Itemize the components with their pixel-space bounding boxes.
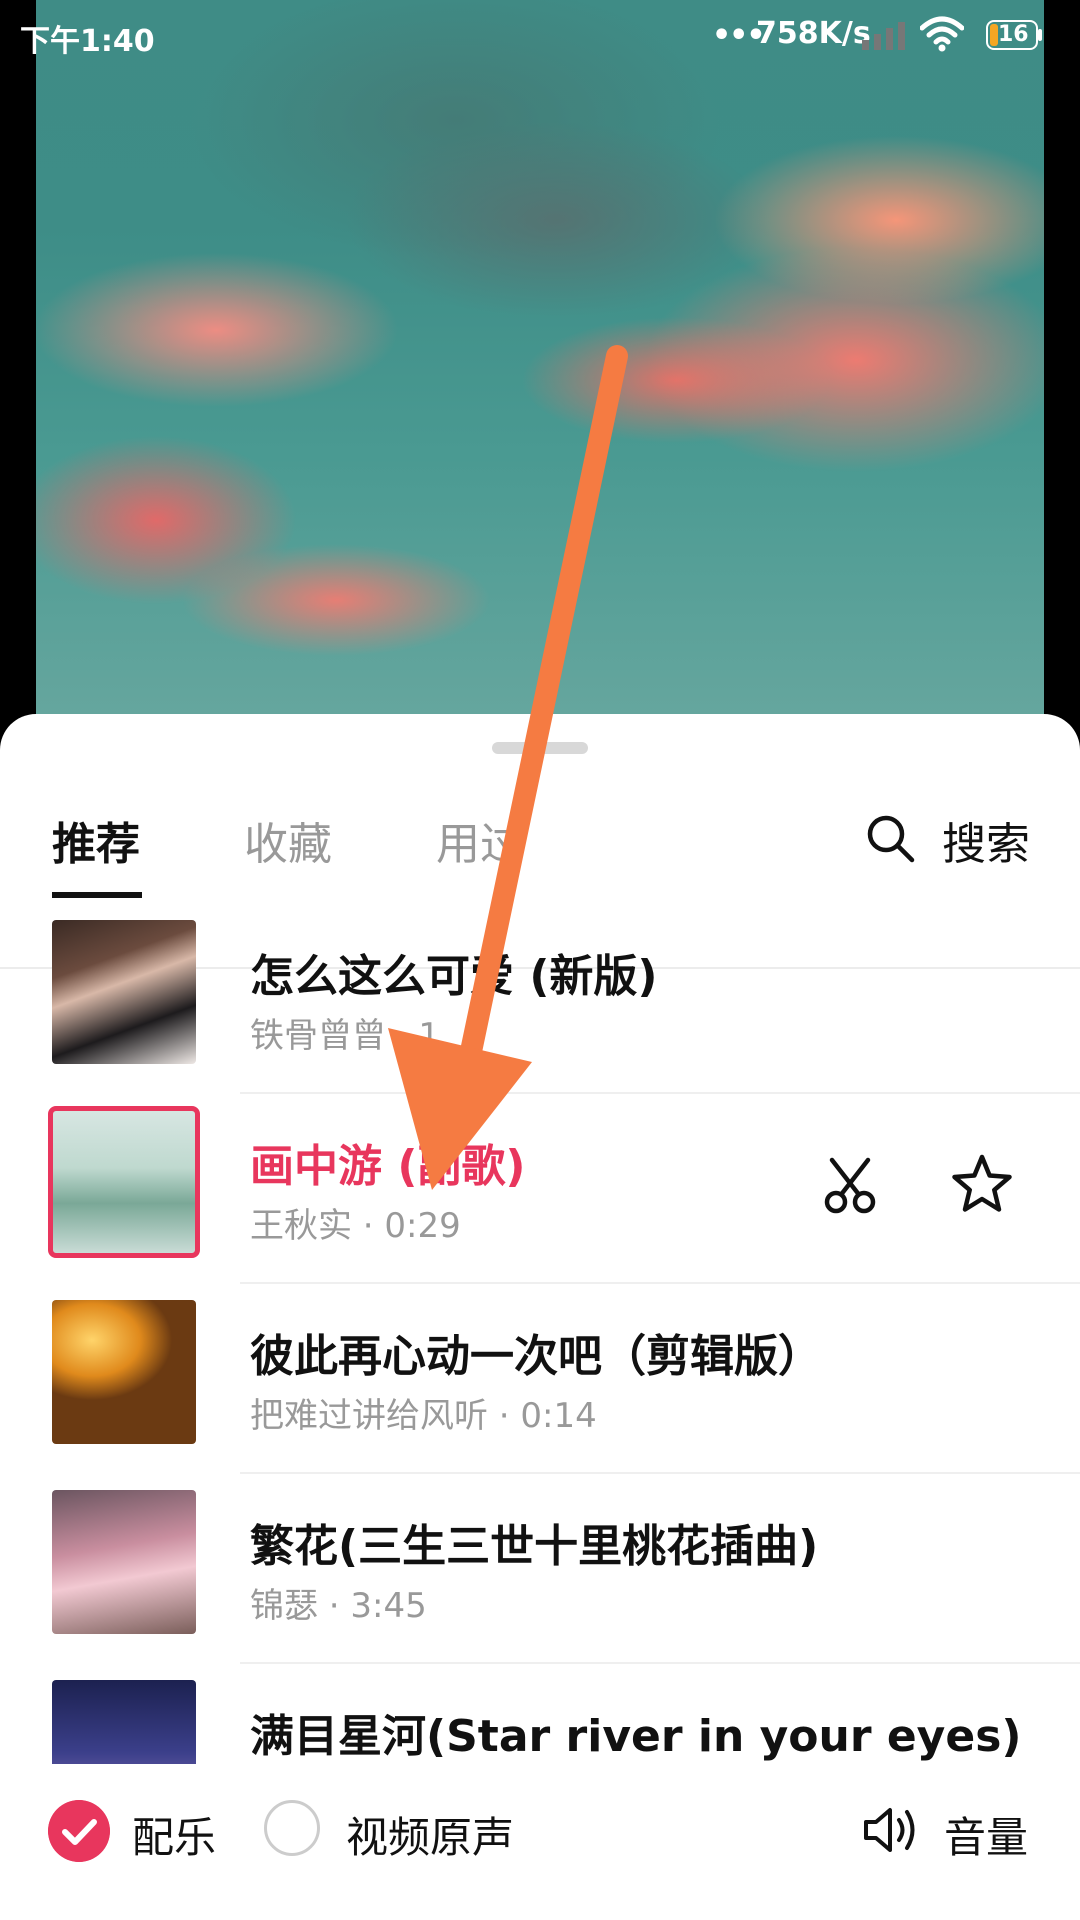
song-row[interactable]: 满目星河(Star river in your eyes) <box>0 1664 1080 1764</box>
wifi-icon <box>920 16 964 52</box>
volume-icon[interactable] <box>862 1804 920 1856</box>
scissors-icon[interactable] <box>820 1156 880 1216</box>
song-title: 画中游 (副歌) <box>250 1141 526 1192</box>
cell-signal-icon <box>862 22 905 50</box>
network-speed: 758K/s <box>756 16 871 51</box>
sky-photo <box>36 0 1044 760</box>
tab-used[interactable]: 用过 <box>436 808 524 872</box>
favorite-star-icon[interactable] <box>950 1152 1014 1216</box>
song-row[interactable]: 彼此再心动一次吧（剪辑版） 把难过讲给风听 · 0:14 <box>0 1284 1080 1474</box>
song-meta: 把难过讲给风听 · 0:14 <box>250 1396 597 1436</box>
tab-recommend[interactable]: 推荐 <box>52 808 140 872</box>
song-cover <box>52 1300 196 1444</box>
search-label: 搜索 <box>942 819 1030 870</box>
song-row-selected[interactable]: 画中游 (副歌) 王秋实 · 0:29 <box>0 1094 1080 1284</box>
status-bar: 下午1:40 ••• 758K/s 16 <box>0 0 1080 70</box>
status-time: 下午1:40 <box>20 24 155 59</box>
song-list: 怎么这么可爱 (新版) 铁骨曾曾 · 1 画中游 (副歌) 王秋实 · 0:29… <box>0 904 1080 1764</box>
song-title: 繁花(三生三世十里桃花插曲) <box>250 1521 819 1572</box>
battery-indicator: 16 <box>986 20 1044 50</box>
song-meta: 铁骨曾曾 · 1 <box>250 1016 441 1056</box>
song-cover <box>52 1490 196 1634</box>
original-sound-label[interactable]: 视频原声 <box>346 1804 514 1865</box>
tab-bar: 推荐 收藏 用过 搜索 <box>0 794 1080 969</box>
song-cover <box>52 920 196 1064</box>
music-option-label[interactable]: 配乐 <box>132 1804 216 1865</box>
song-meta: 锦瑟 · 3:45 <box>250 1586 427 1626</box>
check-circle-icon[interactable] <box>48 1800 110 1862</box>
bottom-bar: 配乐 视频原声 音量 <box>0 1764 1080 1920</box>
song-cover <box>52 1680 196 1764</box>
tab-favorites[interactable]: 收藏 <box>244 808 332 872</box>
drag-handle[interactable] <box>492 742 588 754</box>
song-title: 满目星河(Star river in your eyes) <box>250 1711 1022 1762</box>
battery-level: 16 <box>998 22 1029 47</box>
song-row[interactable]: 繁花(三生三世十里桃花插曲) 锦瑟 · 3:45 <box>0 1474 1080 1664</box>
active-tab-indicator <box>52 892 142 898</box>
volume-label[interactable]: 音量 <box>944 1804 1028 1865</box>
search-icon <box>867 815 915 863</box>
music-picker-sheet: 推荐 收藏 用过 搜索 怎么这么可爱 (新版) 铁骨曾曾 · 1 画中游 (副歌… <box>0 714 1080 1920</box>
song-meta: 王秋实 · 0:29 <box>250 1206 461 1246</box>
song-title: 怎么这么可爱 (新版) <box>250 951 658 1002</box>
video-preview <box>0 0 1080 760</box>
song-cover <box>48 1106 200 1258</box>
song-row[interactable]: 怎么这么可爱 (新版) 铁骨曾曾 · 1 <box>0 904 1080 1094</box>
original-sound-radio[interactable] <box>264 1800 320 1856</box>
song-title: 彼此再心动一次吧（剪辑版） <box>250 1331 822 1382</box>
